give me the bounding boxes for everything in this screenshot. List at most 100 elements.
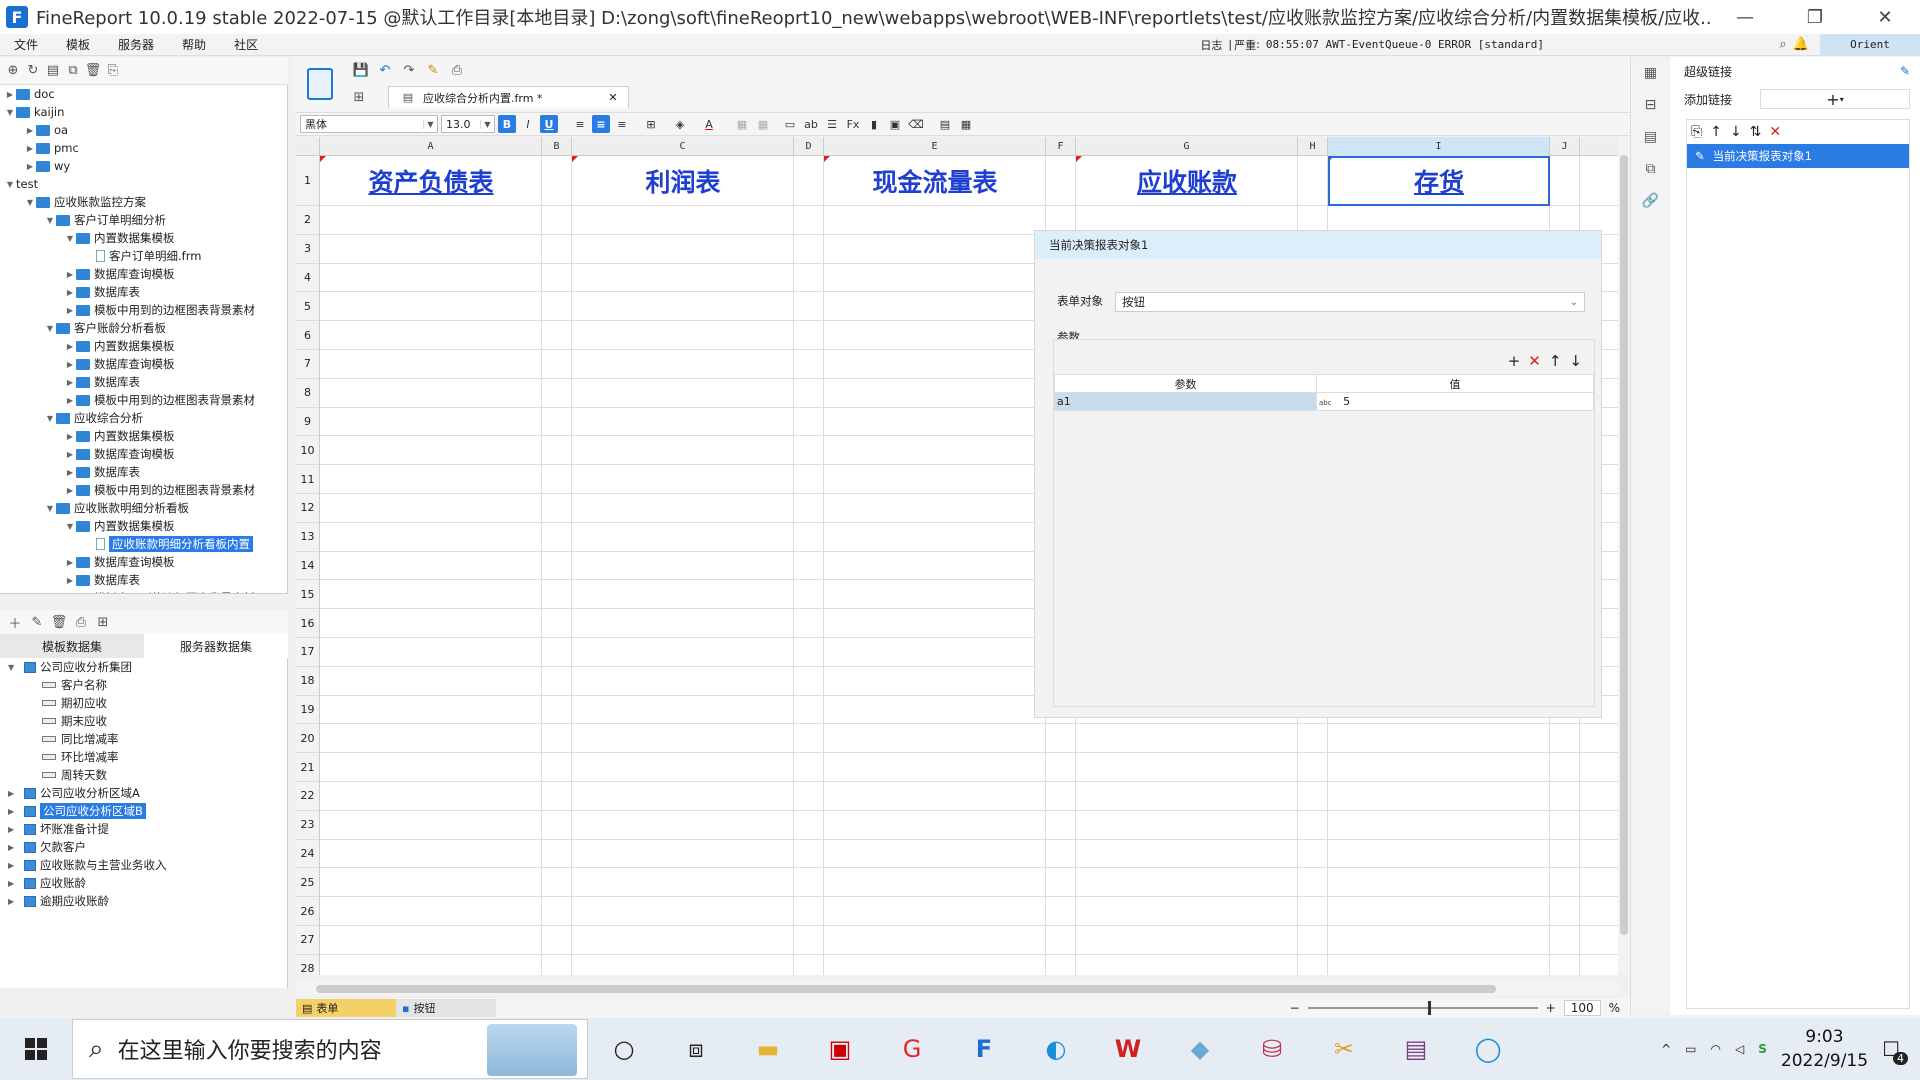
tree-node[interactable]: ▶ 数据库查询模板 — [0, 265, 287, 283]
rich-text-icon[interactable]: ☰ — [823, 115, 841, 133]
new-folder-icon[interactable]: ⊕ — [4, 62, 22, 80]
dataset-node[interactable]: ▼ 公司应收分析集团 — [0, 658, 287, 676]
row-header[interactable]: 19 — [296, 695, 320, 725]
row-header[interactable]: 1 — [296, 156, 320, 206]
row-header[interactable]: 3 — [296, 234, 320, 264]
tree-node[interactable]: ▼ test — [0, 175, 287, 193]
cortana-icon[interactable]: ○ — [588, 1018, 660, 1080]
param-cell[interactable]: a1 — [1054, 392, 1317, 411]
row-header[interactable]: 11 — [296, 465, 320, 494]
column-header-f[interactable]: F — [1046, 137, 1076, 156]
menu-community[interactable]: 社区 — [220, 36, 272, 53]
arrow-down-icon[interactable]: ↓ — [1569, 352, 1582, 370]
align-left-icon[interactable]: ≡ — [571, 115, 589, 133]
tab-button[interactable]: ▪ 按钮 — [396, 999, 496, 1017]
column-header-h[interactable]: H — [1298, 137, 1328, 156]
menu-help[interactable]: 帮助 — [168, 36, 220, 53]
text-icon[interactable]: ab — [802, 115, 820, 133]
form-object-select[interactable]: 按钮 ⌄ — [1115, 292, 1585, 312]
tab-form[interactable]: ▤ 表单 — [296, 999, 396, 1017]
tree-node[interactable]: ▼ 应收账款监控方案 — [0, 193, 287, 211]
align-center-icon[interactable]: ≡ — [592, 115, 610, 133]
tree-node[interactable]: ▼ 客户订单明细分析 — [0, 211, 287, 229]
expanded-arrow-icon[interactable]: ▼ — [8, 663, 24, 672]
start-button[interactable] — [0, 1018, 72, 1080]
expanded-arrow-icon[interactable]: ▼ — [44, 324, 56, 333]
expanded-arrow-icon[interactable]: ▼ — [24, 198, 36, 207]
row-header[interactable]: 21 — [296, 753, 320, 782]
field-node[interactable]: 期初应收 — [0, 694, 287, 712]
tree-node[interactable]: ▶ 数据库表 — [0, 571, 287, 589]
collapsed-arrow-icon[interactable]: ▶ — [8, 825, 24, 834]
row-header[interactable]: 28 — [296, 954, 320, 975]
tab-server-dataset[interactable]: 服务器数据集 — [144, 634, 288, 658]
row-header[interactable]: 8 — [296, 378, 320, 408]
row-header[interactable]: 22 — [296, 782, 320, 811]
delete-icon[interactable]: ✕ — [1528, 352, 1541, 370]
file-explorer-icon[interactable]: ▬ — [732, 1018, 804, 1080]
font-size-select[interactable]: 13.0 ▼ — [441, 115, 495, 133]
select-all-corner[interactable] — [296, 137, 320, 156]
tree-node[interactable]: ▼ 客户账龄分析看板 — [0, 319, 287, 337]
collapsed-arrow-icon[interactable]: ▶ — [64, 378, 76, 387]
delete-icon[interactable]: 🗑 — [84, 62, 102, 80]
tree-node[interactable]: ▶ 模板中用到的边框图表背景素材 — [0, 391, 287, 409]
cell-attr-icon[interactable]: ▦ — [1639, 61, 1663, 85]
row-header[interactable]: 17 — [296, 638, 320, 667]
zoom-value[interactable]: 100 — [1563, 1000, 1601, 1016]
table-icon[interactable]: ▦ — [957, 115, 975, 133]
column-header-a[interactable]: A — [320, 137, 542, 156]
column-header-j[interactable]: J — [1550, 137, 1580, 156]
link-item[interactable]: ✎ 当前决策报表对象1 — [1687, 144, 1909, 168]
expanded-arrow-icon[interactable]: ▼ — [44, 216, 56, 225]
collapsed-arrow-icon[interactable]: ▶ — [64, 342, 76, 351]
app-s-icon[interactable]: S — [1758, 1042, 1767, 1056]
column-header-b[interactable]: B — [542, 137, 572, 156]
tree-node[interactable]: ▶ 数据库查询模板 — [0, 445, 287, 463]
row-header[interactable]: 12 — [296, 494, 320, 523]
battery-icon[interactable]: ▭ — [1685, 1042, 1696, 1056]
hyperlink-cell-e[interactable]: 现金流量表 — [824, 156, 1046, 206]
tree-node[interactable]: ▶ 模板中用到的边框图表背景素材 — [0, 481, 287, 499]
expanded-arrow-icon[interactable]: ▼ — [64, 234, 76, 243]
editor-tab[interactable]: ▤ 应收综合分析内置.frm * ✕ — [388, 86, 629, 108]
minimize-button[interactable]: — — [1710, 0, 1780, 34]
sort-icon[interactable]: ⇅ — [1750, 124, 1762, 140]
open-icon[interactable]: ▤ — [44, 62, 62, 80]
notification-button[interactable]: ☐ 4 — [1882, 1037, 1908, 1065]
wps-icon[interactable]: W — [1092, 1018, 1164, 1080]
dataset-node[interactable]: ▶ 公司应收分析区域B — [0, 802, 287, 820]
tree-node[interactable]: 客户订单明细.frm — [0, 247, 287, 265]
log-label[interactable]: 日志 — [1200, 37, 1222, 53]
condition-icon[interactable]: ⊟ — [1639, 93, 1663, 117]
collapsed-arrow-icon[interactable]: ▶ — [64, 396, 76, 405]
collapsed-arrow-icon[interactable]: ▶ — [64, 270, 76, 279]
chat-icon[interactable]: ◯ — [1452, 1018, 1524, 1080]
tree-node[interactable]: ▼ 内置数据集模板 — [0, 229, 287, 247]
zoom-out-icon[interactable]: − — [1290, 1001, 1300, 1015]
insert-row-icon[interactable]: ▭ — [781, 115, 799, 133]
row-header[interactable]: 9 — [296, 407, 320, 437]
chevron-up-icon[interactable]: ^ — [1661, 1042, 1671, 1056]
zoom-in-icon[interactable]: + — [1546, 1001, 1556, 1015]
collapsed-arrow-icon[interactable]: ▶ — [64, 558, 76, 567]
collapsed-arrow-icon[interactable]: ▶ — [64, 306, 76, 315]
column-header-e[interactable]: E — [824, 137, 1046, 156]
field-node[interactable]: 周转天数 — [0, 766, 287, 784]
delete-icon[interactable]: ✕ — [1769, 124, 1781, 140]
pin-icon[interactable]: ✎ — [1900, 64, 1910, 78]
tree-node[interactable]: ▶ 数据库表 — [0, 283, 287, 301]
merge-icon[interactable]: ▦ — [733, 115, 751, 133]
collapsed-arrow-icon[interactable]: ▶ — [4, 90, 16, 99]
edge-icon[interactable]: ◐ — [1020, 1018, 1092, 1080]
row-header[interactable]: 23 — [296, 810, 320, 840]
tree-node[interactable]: ▼ 应收综合分析 — [0, 409, 287, 427]
row-header[interactable]: 7 — [296, 350, 320, 379]
field-node[interactable]: 客户名称 — [0, 676, 287, 694]
formula-icon[interactable]: Fx — [844, 115, 862, 133]
close-button[interactable]: ✕ — [1850, 0, 1920, 34]
sub-report-icon[interactable]: ▤ — [936, 115, 954, 133]
collapsed-arrow-icon[interactable]: ▶ — [8, 879, 24, 888]
field-node[interactable]: 期末应收 — [0, 712, 287, 730]
row-header[interactable]: 27 — [296, 926, 320, 955]
